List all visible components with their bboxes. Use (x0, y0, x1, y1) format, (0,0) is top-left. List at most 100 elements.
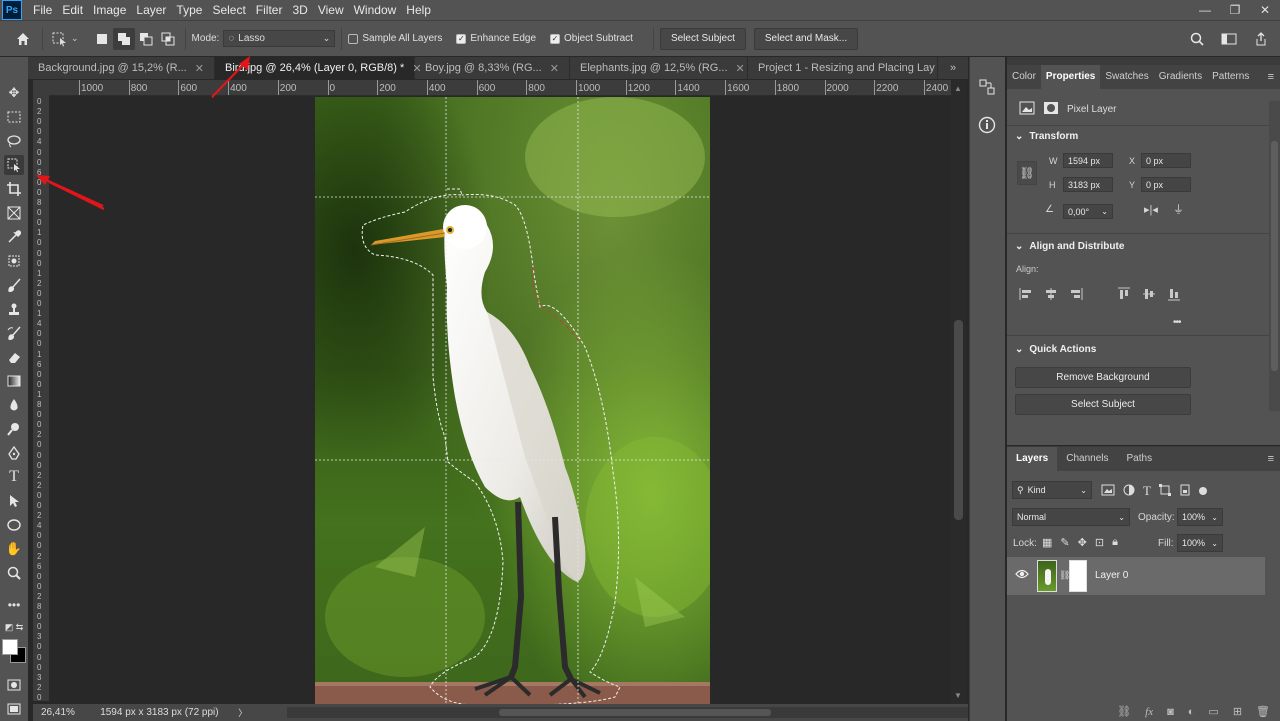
transform-section-header[interactable]: ⌄ Transform (1015, 131, 1078, 142)
restore-button[interactable]: ❐ (1220, 0, 1250, 20)
lock-position-icon[interactable]: ✥ (1078, 536, 1087, 549)
menu-image[interactable]: Image (88, 0, 131, 20)
photoshop-logo-icon[interactable]: Ps (2, 0, 22, 20)
lock-transparent-icon[interactable]: ▦ (1042, 536, 1052, 549)
menu-edit[interactable]: Edit (57, 0, 88, 20)
new-selection-icon[interactable] (91, 28, 113, 50)
object-selection-tool-preset-icon[interactable] (49, 28, 71, 50)
tab-color[interactable]: Color (1007, 65, 1041, 89)
align-right-icon[interactable] (1069, 287, 1083, 304)
sample-all-layers-checkbox[interactable]: Sample All Layers (348, 33, 442, 44)
path-selection-tool-icon[interactable] (4, 491, 24, 511)
adjustment-layer-icon[interactable]: ◐ (1188, 706, 1195, 718)
filter-kind-select[interactable]: ⚲ Kind ⌄ (1012, 481, 1092, 499)
menu-help[interactable]: Help (401, 0, 436, 20)
pen-tool-icon[interactable] (4, 443, 24, 463)
close-icon[interactable]: ✕ (736, 62, 745, 75)
select-subject-button[interactable]: Select Subject (659, 27, 746, 50)
brush-tool-icon[interactable] (4, 275, 24, 295)
scrollbar-thumb[interactable] (499, 709, 772, 716)
properties-scrollbar[interactable] (1269, 101, 1280, 411)
canvas-vertical-scrollbar[interactable]: ▲ ▼ (951, 80, 966, 704)
adjustments-icon[interactable] (977, 77, 997, 100)
tabs-overflow-button[interactable]: » (938, 57, 968, 79)
object-selection-tool-icon[interactable] (4, 155, 24, 175)
visibility-eye-icon[interactable] (1015, 569, 1029, 582)
new-group-icon[interactable]: ▭ (1208, 705, 1218, 718)
align-top-icon[interactable] (1117, 287, 1131, 304)
eyedropper-tool-icon[interactable] (4, 227, 24, 247)
flip-vertical-icon[interactable]: ⏚ (1173, 201, 1184, 217)
close-icon[interactable]: ✕ (195, 62, 204, 75)
healing-brush-tool-icon[interactable] (4, 251, 24, 271)
mode-select[interactable]: ◌ Lasso ⌄ (223, 30, 336, 47)
subtract-from-selection-icon[interactable] (135, 28, 157, 50)
canvas-area[interactable] (49, 97, 951, 704)
panel-menu-icon[interactable]: ≡ (1262, 447, 1280, 471)
tab-properties[interactable]: Properties (1040, 65, 1101, 89)
intersect-selection-icon[interactable] (157, 28, 179, 50)
object-subtract-checkbox[interactable]: ✓ Object Subtract (550, 33, 633, 44)
lock-artboard-icon[interactable]: ⊡ (1095, 536, 1104, 549)
align-left-icon[interactable] (1019, 287, 1033, 304)
flip-horizontal-icon[interactable]: ▸|◂ (1144, 203, 1158, 216)
menu-filter[interactable]: Filter (251, 0, 288, 20)
zoom-tool-icon[interactable] (4, 563, 24, 583)
fx-icon[interactable]: fx (1145, 706, 1153, 718)
menu-layer[interactable]: Layer (131, 0, 171, 20)
menu-window[interactable]: Window (349, 0, 402, 20)
type-tool-icon[interactable]: T (4, 467, 24, 487)
width-field[interactable]: 1594 px (1063, 153, 1113, 168)
lock-all-icon[interactable]: 🔒︎ (1112, 536, 1118, 549)
menu-3d[interactable]: 3D (287, 0, 312, 20)
hand-tool-icon[interactable]: ✋ (4, 539, 24, 559)
minimize-button[interactable]: — (1190, 0, 1220, 20)
filter-shape-icon[interactable] (1158, 483, 1171, 499)
zoom-level[interactable]: 26,41% (41, 707, 100, 718)
chevron-down-icon[interactable]: ⌄ (71, 33, 79, 44)
link-dimensions-icon[interactable]: ⛓ (1017, 161, 1037, 185)
close-button[interactable]: ✕ (1250, 0, 1280, 20)
tab-boy[interactable]: Boy.jpg @ 8,33% (RG... ✕ (415, 57, 570, 79)
fill-field[interactable]: 100% ⌄ (1177, 534, 1223, 552)
menu-select[interactable]: Select (207, 0, 250, 20)
scrollbar-thumb[interactable] (954, 320, 963, 520)
eraser-tool-icon[interactable] (4, 347, 24, 367)
height-field[interactable]: 3183 px (1063, 177, 1113, 192)
x-field[interactable]: 0 px (1141, 153, 1191, 168)
filter-adjustment-icon[interactable] (1123, 484, 1135, 499)
crop-tool-icon[interactable] (4, 179, 24, 199)
edit-toolbar-icon[interactable]: ••• (4, 595, 24, 615)
tab-channels[interactable]: Channels (1057, 447, 1117, 471)
clone-stamp-tool-icon[interactable] (4, 299, 24, 319)
tab-bird[interactable]: Bird.jpg @ 26,4% (Layer 0, RGB/8) * ✕ (215, 57, 422, 79)
enhance-edge-checkbox[interactable]: ✓ Enhance Edge (456, 33, 536, 44)
lasso-tool-icon[interactable] (4, 131, 24, 151)
blend-mode-select[interactable]: Normal ⌄ (1012, 508, 1130, 526)
menu-type[interactable]: Type (171, 0, 207, 20)
angle-field[interactable]: 0,00° ⌄ (1063, 204, 1113, 219)
remove-background-button[interactable]: Remove Background (1015, 367, 1191, 388)
dodge-tool-icon[interactable] (4, 419, 24, 439)
quick-mask-icon[interactable] (4, 675, 24, 695)
align-center-h-icon[interactable] (1044, 287, 1058, 304)
y-field[interactable]: 0 px (1141, 177, 1191, 192)
add-to-selection-icon[interactable] (112, 27, 135, 50)
tab-paths[interactable]: Paths (1118, 447, 1162, 471)
tab-patterns[interactable]: Patterns (1207, 65, 1254, 89)
menu-file[interactable]: File (28, 0, 57, 20)
align-center-v-icon[interactable] (1142, 287, 1156, 304)
quick-actions-header[interactable]: ⌄ Quick Actions (1015, 344, 1096, 355)
ellipse-tool-icon[interactable] (4, 515, 24, 535)
panel-menu-icon[interactable]: ≡ (1262, 65, 1280, 89)
select-subject-quick-button[interactable]: Select Subject (1015, 394, 1191, 415)
filter-toggle-icon[interactable] (1198, 487, 1207, 495)
marquee-tool-icon[interactable] (4, 107, 24, 127)
search-icon[interactable] (1186, 28, 1208, 50)
layer-mask-thumbnail[interactable] (1069, 560, 1087, 592)
history-brush-tool-icon[interactable] (4, 323, 24, 343)
document-info[interactable]: 1594 px x 3183 px (72 ppi) (100, 707, 238, 718)
foreground-color-swatch[interactable] (2, 639, 18, 655)
add-mask-icon[interactable]: ◙ (1167, 706, 1174, 718)
delete-layer-icon[interactable]: 🗑︎ (1256, 705, 1270, 718)
